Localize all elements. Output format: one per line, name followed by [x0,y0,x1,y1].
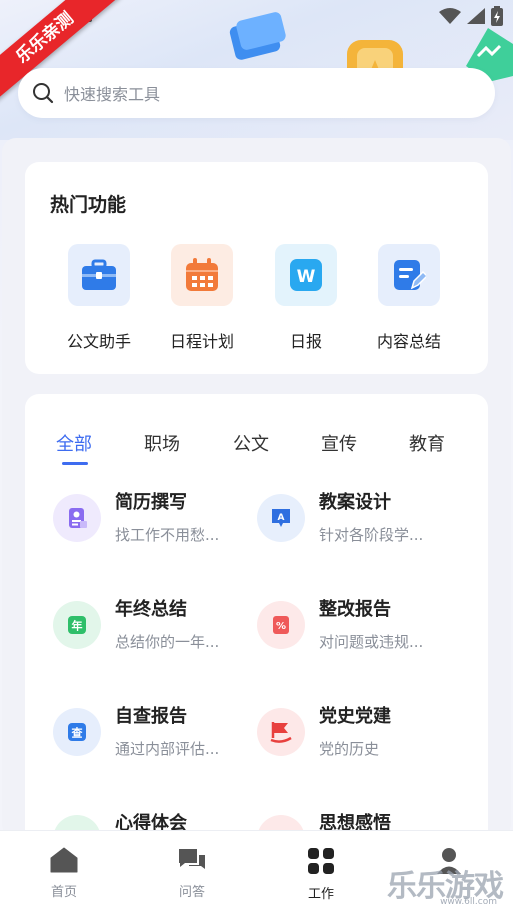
tool-desc: 对问题或违规... [319,633,424,651]
tool-list-card: 全部 职场 公文 宣传 教育 简历撰写 找工作不用愁... A 教案设计 针对各… [25,394,488,844]
chat-icon [179,849,205,869]
hot-item-label: 公文助手 [66,332,131,351]
lesson-glyph: A [278,513,285,523]
year-summary-icon: 年 [68,616,86,634]
check-glyph: 查 [72,726,83,740]
signal-icon [467,8,485,24]
hot-item-label: 日程计划 [169,332,234,351]
search-bar[interactable]: 快速搜索工具 [18,68,495,118]
nav-label: 问答 [178,885,205,900]
lesson-plan-icon: A [272,509,290,527]
nav-label: 工作 [307,887,334,902]
tab-official-docs[interactable]: 公文 [233,430,269,456]
search-placeholder: 快速搜索工具 [64,85,161,104]
tool-desc: 针对各阶段学... [319,526,424,544]
tool-icon-bg: 查 [53,708,101,756]
bottom-nav: 首页 问答 工作 乐乐游戏 www.6ll.com [0,830,513,913]
hot-icon-box [378,244,440,306]
battery-icon [491,6,503,26]
hot-item-daily-report[interactable]: W 日报 [256,244,356,352]
tab-all[interactable]: 全部 [56,430,92,456]
resume-icon [69,508,87,528]
hot-item-content-summary[interactable]: 内容总结 [359,244,459,352]
edit-note-icon [394,260,426,290]
rectify-report-icon: % [273,616,289,634]
year-glyph: 年 [72,619,83,633]
hot-item-label: 内容总结 [376,332,441,351]
tool-rectify-report[interactable]: % 整改报告 对问题或违规... [257,599,457,691]
tool-resume[interactable]: 简历撰写 找工作不用愁... [53,492,253,584]
wifi-icon [439,8,461,24]
nav-qa[interactable]: 问答 [152,847,232,900]
tab-education[interactable]: 教育 [409,430,445,456]
watermark-url: www.6ll.com [440,897,497,907]
tool-title: 自查报告 [115,706,187,727]
hot-features-title: 热门功能 [50,194,127,216]
word-doc-icon: W [290,259,322,291]
hot-icon-box: W [275,244,337,306]
tool-title: 党史党建 [319,706,391,727]
tool-desc: 通过内部评估... [115,740,220,758]
self-check-icon: 查 [68,723,86,741]
grid-icon [308,848,334,874]
category-tabs: 全部 职场 公文 宣传 教育 [25,430,488,470]
tool-title: 简历撰写 [115,492,187,513]
tool-icon-bg: % [257,601,305,649]
tool-title: 教案设计 [319,492,391,513]
nav-home[interactable]: 首页 [24,847,104,900]
tool-icon-bg: A [257,494,305,542]
party-flag-icon [270,722,292,743]
tool-lesson-plan[interactable]: A 教案设计 针对各阶段学... [257,492,457,584]
hot-item-doc-assistant[interactable]: 公文助手 [49,244,149,352]
tool-title: 年终总结 [115,599,187,620]
tool-year-summary[interactable]: 年 年终总结 总结你的一年... [53,599,253,691]
tab-publicity[interactable]: 宣传 [321,430,357,456]
hot-icon-box [68,244,130,306]
tool-desc: 找工作不用愁... [115,526,220,544]
tab-active-indicator [62,462,88,465]
calendar-icon [186,258,218,291]
hot-features-card: 热门功能 公文助手 日程计划 W 日报 内容总结 [25,162,488,374]
nav-label: 首页 [50,885,77,900]
hot-item-label: 日报 [289,332,322,351]
briefcase-icon [82,259,116,290]
hot-item-schedule[interactable]: 日程计划 [152,244,252,352]
tool-icon-bg [53,494,101,542]
tool-self-check[interactable]: 查 自查报告 通过内部评估... [53,706,253,798]
tool-title: 整改报告 [319,599,391,620]
rectify-glyph: % [276,621,286,632]
nav-work[interactable]: 工作 [281,847,361,902]
tool-party-history[interactable]: 党史党建 党的历史 [257,706,457,798]
hot-icon-box [171,244,233,306]
tab-workplace[interactable]: 职场 [144,430,180,456]
home-icon [50,847,78,873]
word-glyph: W [297,267,316,287]
tool-icon-bg [257,708,305,756]
site-watermark: 乐乐游戏 www.6ll.com [387,861,507,909]
tool-desc: 党的历史 [319,740,380,758]
tool-icon-bg: 年 [53,601,101,649]
tool-desc: 总结你的一年... [115,633,220,651]
search-icon [33,83,54,104]
